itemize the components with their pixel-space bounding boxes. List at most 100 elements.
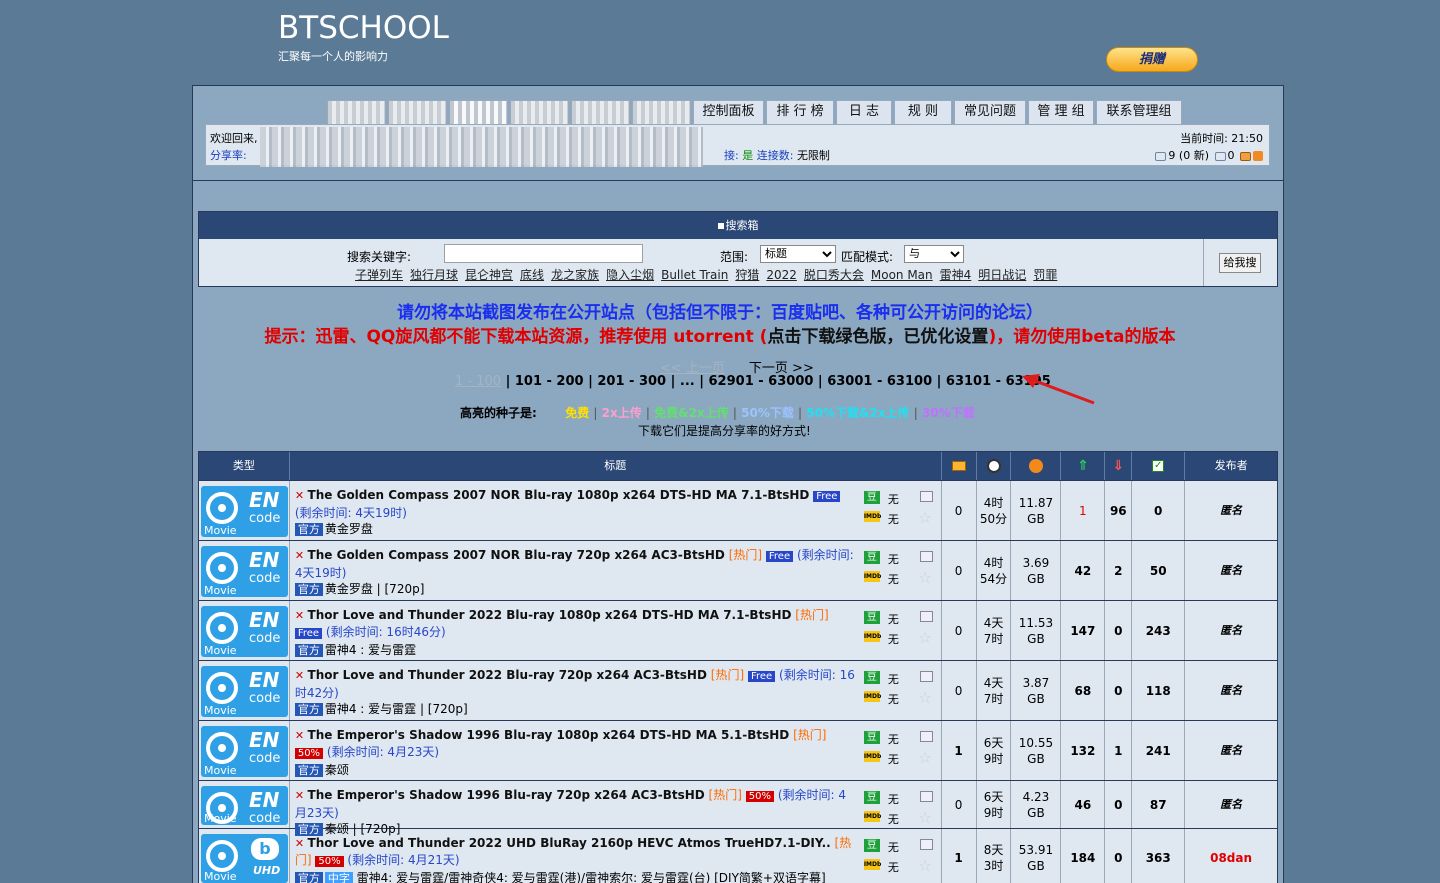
nav-tab-blurred[interactable] [571, 100, 630, 124]
uploader-cell[interactable]: 匿名 [1185, 661, 1277, 720]
imdb-icon[interactable]: IMDb [863, 511, 881, 522]
completed-cell[interactable]: 118 [1132, 661, 1186, 720]
hot-keyword[interactable]: 2022 [766, 268, 797, 282]
col-type[interactable]: 类型 [199, 452, 290, 480]
torrent-name-link[interactable]: The Golden Compass 2007 NOR Blu-ray 720p… [308, 548, 725, 562]
col-completed[interactable]: ✓ [1132, 452, 1186, 480]
uploader-cell[interactable]: 匿名 [1185, 721, 1277, 780]
comments-cell[interactable]: 1 [942, 721, 977, 780]
nav-tab-blurred[interactable] [510, 100, 569, 124]
download-icon[interactable] [919, 791, 933, 802]
nav-tab-control-panel[interactable]: 控制面板 [693, 100, 764, 124]
comments-cell[interactable]: 0 [942, 781, 977, 828]
comments-cell-value[interactable]: 0 [955, 797, 963, 813]
uploader-cell-value[interactable]: 匿名 [1220, 797, 1242, 813]
col-time[interactable] [977, 452, 1012, 480]
download-icon[interactable] [919, 839, 933, 850]
comments-cell[interactable]: 0 [942, 541, 977, 600]
unread-count[interactable]: 0 [1228, 149, 1235, 162]
uploader-cell[interactable]: 匿名 [1185, 481, 1277, 540]
nav-tab-faq[interactable]: 常见问题 [954, 100, 1026, 124]
completed-cell-value[interactable]: 243 [1146, 623, 1171, 639]
torrent-name-link[interactable]: Thor Love and Thunder 2022 Blu-ray 1080p… [308, 608, 792, 622]
comments-cell-value[interactable]: 1 [954, 850, 962, 866]
leechers-cell[interactable]: 0 [1105, 781, 1133, 828]
leechers-cell[interactable]: 0 [1105, 661, 1133, 720]
completed-cell-value[interactable]: 363 [1146, 850, 1171, 866]
completed-cell[interactable]: 87 [1132, 781, 1186, 828]
scope-select[interactable]: 标题 [760, 245, 836, 263]
douban-icon[interactable]: 豆 [863, 611, 880, 624]
inbox-icon[interactable] [1155, 151, 1167, 161]
category-icon[interactable]: b UHD Movie [201, 834, 288, 883]
uploader-cell-value[interactable]: 匿名 [1220, 563, 1242, 579]
bookmark-star-icon[interactable]: ☆ [918, 748, 932, 767]
utorrent-download-link[interactable]: 点击下载绿色版，已优化设置 [767, 327, 988, 347]
uploader-cell-value[interactable]: 匿名 [1220, 503, 1242, 519]
hot-keyword[interactable]: 龙之家族 [551, 268, 599, 282]
imdb-icon[interactable]: IMDb [863, 691, 881, 702]
search-box-header[interactable]: 搜索箱 [199, 212, 1277, 239]
comments-cell[interactable]: 0 [942, 661, 977, 720]
seeders-cell-value[interactable]: 147 [1070, 623, 1095, 639]
leechers-cell-value[interactable]: 0 [1114, 850, 1122, 866]
completed-cell-value[interactable]: 241 [1146, 743, 1171, 759]
col-seeders[interactable]: ⇑ [1061, 452, 1106, 480]
completed-cell[interactable]: 0 [1132, 481, 1186, 540]
seeders-cell-value[interactable]: 46 [1075, 797, 1092, 813]
donate-button[interactable]: 捐赠 [1106, 47, 1198, 72]
comments-cell-value[interactable]: 0 [955, 563, 963, 579]
completed-cell-value[interactable]: 87 [1150, 797, 1167, 813]
site-logo[interactable]: BTSCHOOL [278, 10, 449, 46]
douban-icon[interactable]: 豆 [863, 551, 880, 564]
nav-tab-blurred[interactable] [632, 100, 691, 124]
hot-keyword[interactable]: Moon Man [871, 268, 933, 282]
torrent-name-link[interactable]: The Golden Compass 2007 NOR Blu-ray 1080… [308, 488, 810, 502]
leechers-cell-value[interactable]: 1 [1114, 743, 1122, 759]
imdb-icon[interactable]: IMDb [863, 571, 881, 582]
completed-cell[interactable]: 363 [1132, 829, 1186, 883]
comments-cell[interactable]: 0 [942, 601, 977, 660]
douban-icon[interactable]: 豆 [863, 839, 880, 852]
nav-tab-blurred[interactable] [388, 100, 447, 124]
hot-keyword[interactable]: 狩猎 [735, 268, 759, 282]
douban-icon[interactable]: 豆 [863, 791, 880, 804]
seeders-cell-value[interactable]: 68 [1075, 683, 1092, 699]
uploader-cell-value[interactable]: 08dan [1210, 850, 1252, 866]
col-leechers[interactable]: ⇓ [1105, 452, 1133, 480]
category-icon[interactable]: EN code Movie [201, 486, 288, 537]
leechers-cell[interactable]: 0 [1105, 829, 1133, 883]
hot-keyword[interactable]: 子弹列车 [355, 268, 403, 282]
uploader-cell[interactable]: 08dan [1185, 829, 1277, 883]
search-button[interactable]: 给我搜 [1219, 253, 1261, 273]
leechers-cell-value[interactable]: 96 [1110, 503, 1127, 519]
completed-cell[interactable]: 50 [1132, 541, 1186, 600]
douban-icon[interactable]: 豆 [863, 731, 880, 744]
leechers-cell[interactable]: 96 [1105, 481, 1133, 540]
douban-icon[interactable]: 豆 [863, 671, 880, 684]
search-keyword-input[interactable] [444, 244, 643, 263]
leechers-cell[interactable]: 2 [1105, 541, 1133, 600]
seeders-cell[interactable]: 46 [1061, 781, 1106, 828]
nav-tab-rules[interactable]: 规 则 [894, 100, 952, 124]
nav-tab-log[interactable]: 日 志 [836, 100, 892, 124]
sentbox-icon[interactable] [1214, 151, 1226, 161]
hot-keyword[interactable]: Bullet Train [661, 268, 728, 282]
category-icon[interactable]: EN code Movie [201, 726, 288, 777]
download-icon[interactable] [919, 491, 933, 502]
hot-keyword[interactable]: 雷神4 [940, 268, 972, 282]
hot-keyword[interactable]: 明日战记 [978, 268, 1026, 282]
douban-icon[interactable]: 豆 [863, 491, 880, 504]
torrent-name-link[interactable]: The Emperor's Shadow 1996 Blu-ray 1080p … [308, 728, 790, 742]
category-icon[interactable]: EN code Movie [201, 786, 288, 825]
uploader-cell[interactable]: 匿名 [1185, 541, 1277, 600]
nav-tab-staff[interactable]: 管 理 组 [1028, 100, 1094, 124]
completed-cell[interactable]: 243 [1132, 601, 1186, 660]
imdb-icon[interactable]: IMDb [863, 859, 881, 870]
nav-tab-blurred[interactable] [327, 100, 386, 124]
comments-cell[interactable]: 1 [942, 829, 977, 883]
category-icon[interactable]: EN code Movie [201, 546, 288, 597]
bookmark-star-icon[interactable]: ☆ [918, 688, 932, 707]
imdb-icon[interactable]: IMDb [863, 631, 881, 642]
torrent-name-link[interactable]: The Emperor's Shadow 1996 Blu-ray 720p x… [308, 788, 705, 802]
